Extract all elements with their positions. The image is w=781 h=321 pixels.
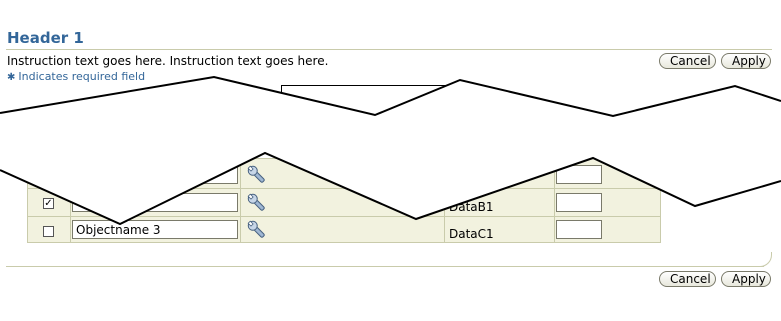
row-1-name-input[interactable]: [72, 165, 238, 184]
column-divider: [240, 159, 241, 242]
cancel-button-bottom[interactable]: Cancel: [659, 271, 716, 287]
required-star-icon: ✱: [7, 72, 16, 83]
column-divider: [444, 159, 445, 242]
row-1-small-input[interactable]: [556, 165, 602, 184]
top-box-fragment: [281, 85, 457, 107]
column-divider: [554, 159, 555, 242]
row-2-small-input[interactable]: [556, 193, 602, 212]
apply-button-bottom[interactable]: Apply: [721, 271, 771, 287]
row-divider: [28, 188, 660, 189]
page-header-title: Header 1: [7, 29, 84, 47]
apply-button-top[interactable]: Apply: [721, 53, 771, 69]
wrench-icon[interactable]: [246, 164, 268, 186]
row-2-name-input[interactable]: [72, 193, 238, 212]
data-table: ✓ DataB1 DataC1: [27, 158, 661, 243]
bottom-rule: [6, 266, 764, 267]
row-2-checkbox[interactable]: ✓: [43, 198, 54, 209]
wrench-icon[interactable]: [246, 192, 268, 214]
row-2-data-cell: DataB1: [449, 200, 494, 214]
row-3-small-input[interactable]: [556, 220, 602, 239]
row-3-name-input[interactable]: [72, 220, 238, 239]
row-3-data-cell: DataC1: [449, 227, 494, 241]
row-3-checkbox[interactable]: [43, 226, 54, 237]
instruction-text: Instruction text goes here. Instruction …: [7, 54, 329, 68]
column-divider: [70, 159, 71, 242]
row-divider: [28, 216, 660, 217]
required-field-label: Indicates required field: [18, 70, 146, 83]
cancel-button-top[interactable]: Cancel: [659, 53, 716, 69]
wrench-icon[interactable]: [246, 219, 268, 241]
required-field-note: ✱ Indicates required field: [7, 70, 145, 83]
bottom-rule-corner: [760, 252, 772, 267]
header-rule: [6, 49, 772, 50]
